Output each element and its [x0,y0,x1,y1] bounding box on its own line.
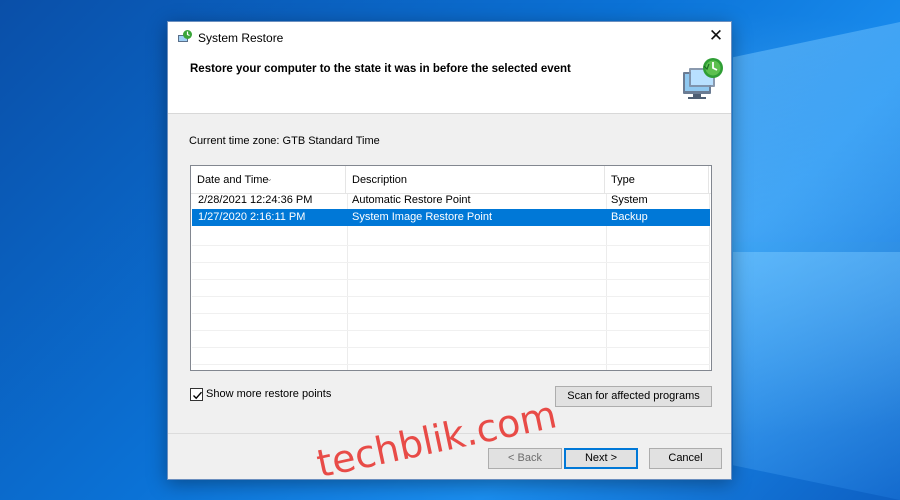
column-label-date: Date and Time [197,174,269,186]
scan-affected-programs-button[interactable]: Scan for affected programs [555,386,712,407]
row-description: System Image Restore Point [352,211,493,223]
grid-line [192,330,710,331]
row-description: Automatic Restore Point [352,194,471,206]
checkmark-icon [193,391,203,400]
restore-points-list[interactable]: ⌄ Date and Time Description Type 2/28/20… [190,165,712,371]
system-restore-app-icon [178,30,192,42]
back-button[interactable]: < Back [488,448,562,469]
row-type: System [611,194,648,206]
wallpaper-pane-bottom [733,252,900,500]
timezone-label: Current time zone: GTB Standard Time [189,135,380,147]
table-row[interactable]: 2/28/2021 12:24:36 PM Automatic Restore … [192,192,710,209]
wallpaper-pane-top [733,22,900,242]
dialog-header: Restore your computer to the state it wa… [168,52,731,114]
row-date: 1/27/2020 2:16:11 PM [198,211,306,223]
title-bar[interactable]: System Restore ✕ [168,22,731,52]
row-type: Backup [611,211,648,223]
column-label-description: Description [352,174,408,186]
list-header: ⌄ Date and Time Description Type [191,166,711,194]
close-button[interactable]: ✕ [701,22,731,52]
grid-line [192,245,710,246]
grid-line [192,364,710,365]
window-title: System Restore [198,31,284,45]
system-restore-dialog: System Restore ✕ Restore your computer t… [167,21,732,480]
row-date: 2/28/2021 12:24:36 PM [198,194,313,206]
cancel-button[interactable]: Cancel [649,448,722,469]
sort-chevron-icon: ⌄ [266,174,273,183]
table-row-selected[interactable]: 1/27/2020 2:16:11 PM System Image Restor… [192,209,710,226]
grid-line [192,296,710,297]
grid-line [192,347,710,348]
checkbox-box[interactable] [190,388,203,401]
column-header-description[interactable]: Description [346,166,605,194]
grid-line [192,262,710,263]
next-button[interactable]: Next > [564,448,638,469]
header-instruction: Restore your computer to the state it wa… [190,63,571,75]
column-header-type[interactable]: Type [605,166,709,194]
grid-line [192,313,710,314]
column-label-type: Type [611,174,635,186]
show-more-label: Show more restore points [206,388,332,400]
system-restore-icon [683,58,723,99]
grid-line [192,279,710,280]
close-icon: ✕ [708,26,724,45]
column-header-date[interactable]: ⌄ Date and Time [191,166,346,194]
